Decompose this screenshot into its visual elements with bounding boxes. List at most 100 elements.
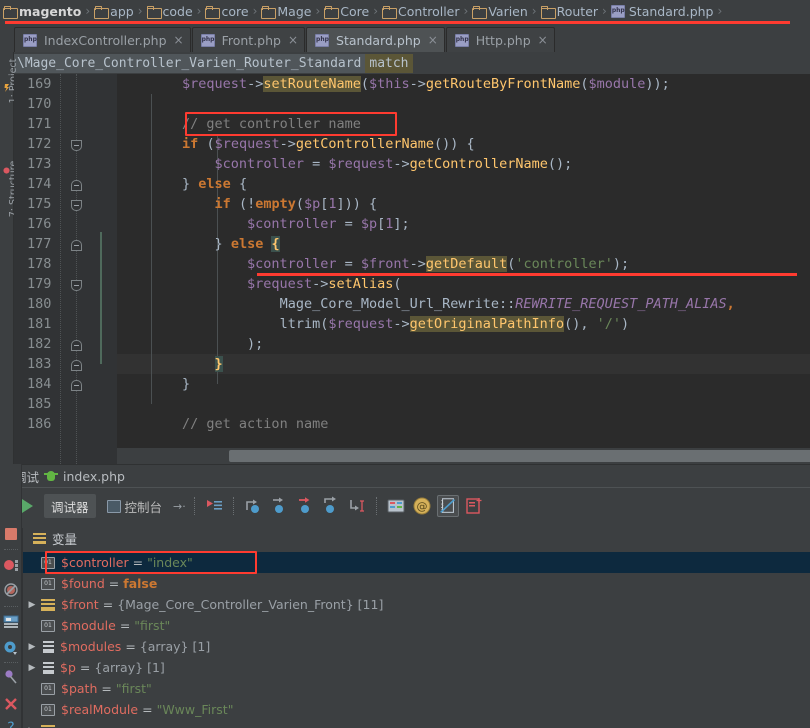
object-type-icon	[41, 598, 55, 611]
folder-icon	[146, 5, 162, 19]
folder-icon	[261, 5, 277, 19]
restore-layout-button[interactable]	[3, 614, 19, 630]
table-row[interactable]: ▶ $p = {array} [1]	[23, 657, 810, 678]
toolbar-separator	[232, 497, 234, 515]
line-number: 173	[27, 156, 52, 172]
fold-marker-icon[interactable]	[71, 380, 82, 391]
line-number: 178	[27, 256, 52, 272]
fold-marker-icon[interactable]	[71, 360, 82, 371]
breadcrumb-item-core[interactable]: core ›	[204, 0, 260, 22]
equals-sign: =	[79, 660, 91, 675]
line-number: 181	[27, 316, 52, 332]
close-icon[interactable]: ×	[425, 33, 438, 47]
close-button[interactable]	[3, 696, 19, 712]
tab-http-php[interactable]: Http.php ×	[445, 27, 555, 52]
table-row[interactable]: ▶	[23, 720, 810, 728]
tab-label: Standard.php	[336, 32, 421, 48]
breadcrumb-item-controller[interactable]: Controller ›	[381, 0, 471, 22]
expander-triangle-icon[interactable]: ▶	[23, 642, 41, 652]
breadcrumb-separator: ›	[85, 4, 91, 18]
expander-triangle-icon[interactable]: ▶	[23, 600, 41, 610]
table-row[interactable]: 01 $path = "first"	[23, 678, 810, 699]
table-row[interactable]: 01 $realModule = "Www_First"	[23, 699, 810, 720]
view-breakpoints-button[interactable]	[3, 557, 19, 573]
scrollbar-thumb[interactable]	[229, 450, 810, 462]
breadcrumb-separator: ›	[717, 4, 723, 18]
code-line-169: $request->setRouteName($this->getRouteBy…	[182, 76, 670, 92]
watches-button[interactable]: @	[411, 495, 433, 517]
fold-marker-icon[interactable]	[71, 200, 82, 211]
layout-settings-icon[interactable]: →·	[173, 500, 186, 513]
fold-marker-icon[interactable]	[71, 180, 82, 191]
table-row[interactable]: ▶ $front = {Mage_Core_Controller_Varien_…	[23, 594, 810, 615]
table-row[interactable]: ▶ $modules = {array} [1]	[23, 636, 810, 657]
toolbar-separator	[4, 549, 18, 550]
fold-marker-icon[interactable]	[71, 140, 82, 151]
stop-button[interactable]	[3, 526, 19, 542]
evaluate-expression-button[interactable]	[385, 495, 407, 517]
code-line-177: } else {	[214, 236, 280, 252]
debug-settings-icon: 1 2 3	[439, 498, 455, 514]
variables-panel[interactable]: 变量 01 $controller = "index" 01 $found = …	[22, 528, 810, 728]
breadcrumb-item-app[interactable]: app ›	[93, 0, 145, 22]
php-file-icon	[315, 33, 330, 47]
line-number: 182	[27, 336, 52, 352]
pin-button[interactable]	[3, 669, 19, 685]
step-into-button[interactable]	[268, 495, 290, 517]
breadcrumb-item-varien[interactable]: Varien ›	[471, 0, 539, 22]
breakpoint-marker-icon	[3, 167, 10, 174]
breadcrumb-item-magento[interactable]: magento ›	[2, 0, 93, 22]
code-line-179: $request->setAlias(	[247, 276, 402, 292]
variable-name: $path	[61, 681, 98, 696]
close-icon[interactable]: ×	[171, 33, 184, 47]
editor-gutter[interactable]: 169 170 171 172 173 174 175 176 177 178 …	[14, 74, 117, 464]
table-row[interactable]: 01 $module = "first"	[23, 615, 810, 636]
force-step-into-button[interactable]	[294, 495, 316, 517]
help-button[interactable]: ?	[3, 719, 19, 728]
line-number: 186	[27, 416, 52, 432]
table-row[interactable]: 01 $found = false	[23, 573, 810, 594]
nav-method-name[interactable]: match	[365, 53, 413, 73]
code-editor[interactable]: 169 170 171 172 173 174 175 176 177 178 …	[14, 74, 810, 464]
debug-config-name[interactable]: index.php	[63, 469, 125, 484]
object-type-icon	[41, 724, 55, 728]
expander-triangle-icon[interactable]: ▶	[23, 663, 41, 673]
mute-breakpoints-button[interactable]	[3, 582, 19, 598]
breadcrumb-item-core-2[interactable]: Core ›	[323, 0, 381, 22]
fold-marker-icon[interactable]	[71, 280, 82, 291]
breadcrumb-item-router[interactable]: Router ›	[540, 0, 610, 22]
settings-button[interactable]: 1 2 3	[436, 495, 459, 517]
nav-class-path[interactable]: \Mage_Core_Controller_Varien_Router_Stan…	[14, 53, 366, 73]
step-out-button[interactable]	[320, 495, 342, 517]
tab-console[interactable]: 控制台	[100, 494, 170, 518]
editor-horizontal-scrollbar[interactable]	[117, 448, 810, 464]
tab-standard-php[interactable]: Standard.php ×	[306, 27, 445, 52]
run-to-cursor-button[interactable]	[346, 495, 368, 517]
close-icon[interactable]: ×	[285, 33, 298, 47]
breadcrumb-item-code[interactable]: code ›	[146, 0, 205, 22]
tab-label: Front.php	[221, 32, 281, 48]
fold-marker-icon[interactable]	[71, 340, 82, 351]
close-icon[interactable]: ×	[535, 33, 548, 47]
step-over-button[interactable]	[242, 495, 264, 517]
settings-gear-button[interactable]	[3, 640, 19, 656]
code-line-172: if ($request->getControllerName()) {	[182, 136, 475, 152]
code-line-176: $controller = $p[1];	[247, 216, 410, 232]
fold-marker-icon[interactable]	[71, 240, 82, 251]
breadcrumb-item-mage[interactable]: Mage ›	[260, 0, 323, 22]
array-type-icon	[43, 661, 54, 674]
tab-debugger[interactable]: 调试器	[44, 494, 96, 518]
line-number: 171	[27, 116, 52, 132]
show-execution-point-button[interactable]	[203, 495, 225, 517]
variable-value: "first"	[115, 681, 152, 696]
breadcrumb-item-standard-php[interactable]: Standard.php ›	[610, 0, 725, 22]
variable-name: $found	[61, 576, 105, 591]
code-line-186: // get action name	[182, 416, 329, 432]
code-text-area[interactable]: $request->setRouteName($this->getRouteBy…	[117, 74, 810, 448]
tab-indexcontroller-php[interactable]: IndexController.php ×	[14, 27, 191, 52]
export-threads-button[interactable]	[463, 495, 485, 517]
variables-header-label: 变量	[52, 531, 78, 547]
tab-front-php[interactable]: Front.php ×	[191, 27, 306, 52]
breadcrumb-label: app	[110, 3, 134, 19]
